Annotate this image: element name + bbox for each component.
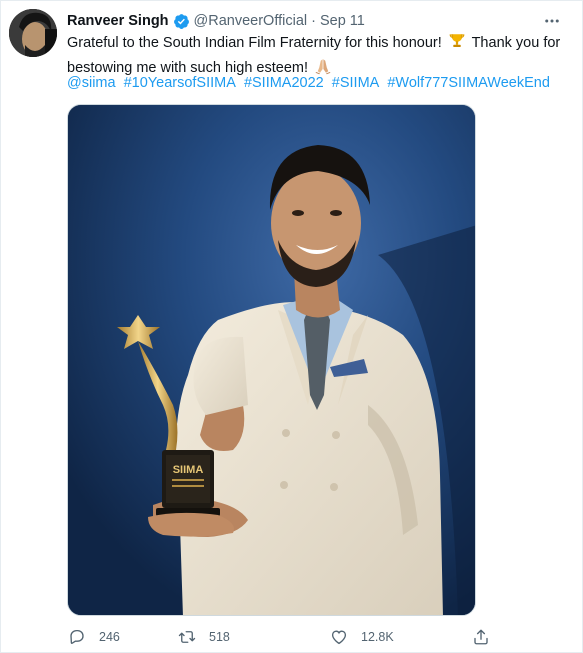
verified-badge-icon — [173, 13, 190, 30]
share-icon — [471, 627, 491, 647]
retweet-count: 518 — [209, 630, 230, 644]
hashtag-link[interactable]: #SIIMA2022 — [244, 75, 324, 91]
avatar[interactable] — [9, 9, 57, 57]
hashtag-link[interactable]: #10YearsofSIIMA — [124, 75, 236, 91]
retweet-icon — [177, 627, 197, 647]
reply-count: 246 — [99, 630, 120, 644]
like-button[interactable]: 12.8K — [329, 626, 394, 648]
tweet-card[interactable]: Ranveer Singh @RanveerOfficial · Sep 11 … — [0, 0, 583, 653]
mention-link[interactable]: @siima — [67, 75, 116, 91]
tweet-date[interactable]: Sep 11 — [320, 13, 365, 29]
hashtag-link[interactable]: #Wolf777SIIMAWeekEnd — [387, 75, 550, 91]
tweet-photo[interactable]: SIIMA — [67, 104, 476, 616]
trophy-label: SIIMA — [173, 464, 204, 476]
tweet-text-part1: Grateful to the South Indian Film Frater… — [67, 35, 442, 51]
hashtag-line: @siima #10YearsofSIIMA #SIIMA2022 #SIIMA… — [67, 73, 572, 93]
more-dots-icon[interactable] — [540, 9, 564, 33]
like-count: 12.8K — [361, 630, 394, 644]
trophy-emoji — [448, 32, 466, 57]
hashtag-link[interactable]: #SIIMA — [332, 75, 380, 91]
tweet-header: Ranveer Singh @RanveerOfficial · Sep 11 — [67, 11, 542, 31]
retweet-button[interactable]: 518 — [177, 626, 230, 648]
user-handle[interactable]: @RanveerOfficial — [194, 13, 308, 29]
heart-icon — [329, 627, 349, 647]
reply-icon — [67, 627, 87, 647]
header-separator: · — [311, 13, 316, 29]
reply-button[interactable]: 246 — [67, 626, 120, 648]
display-name[interactable]: Ranveer Singh — [67, 13, 169, 29]
share-button[interactable] — [471, 626, 491, 648]
action-bar: 246 518 12.8K — [67, 626, 507, 648]
